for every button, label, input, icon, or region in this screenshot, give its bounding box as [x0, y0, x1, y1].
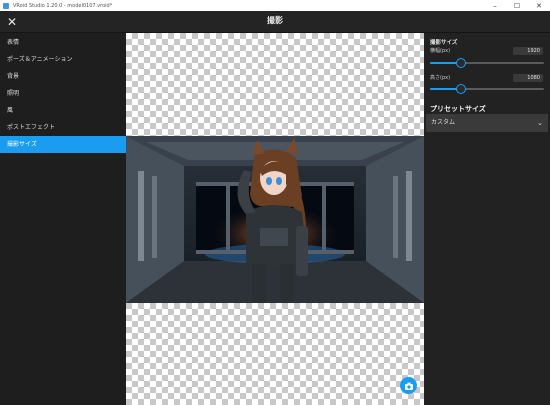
- preset-size-value: カスタム: [431, 119, 456, 126]
- preset-size-title: プリセットサイズ: [430, 105, 486, 113]
- window-titlebar: VRoid Studio 1.20.0 - model0107.vroid* –…: [0, 0, 550, 11]
- sidebar-item-expression[interactable]: 表情: [0, 34, 126, 51]
- scene-image: [126, 136, 424, 303]
- settings-panel: 撮影サイズ 横幅(px) 1920 高さ(px) 1080 プリセットサイズ カ…: [424, 33, 550, 405]
- sidebar: 表情 ポーズ＆アニメーション 背景 照明 風 ポストエフェクト 撮影サイズ: [0, 33, 126, 405]
- width-slider[interactable]: [430, 58, 544, 68]
- app-icon: [3, 2, 9, 9]
- camera-icon: [404, 382, 413, 390]
- height-slider[interactable]: [430, 84, 544, 94]
- window-title: VRoid Studio 1.20.0 - model0107.vroid*: [13, 2, 113, 9]
- maximize-button[interactable]: ☐: [506, 0, 528, 11]
- chevron-down-icon: ⌄: [537, 119, 543, 127]
- sidebar-item-capture-size[interactable]: 撮影サイズ: [0, 136, 126, 153]
- width-slider-thumb[interactable]: [455, 58, 466, 68]
- minimize-button[interactable]: –: [484, 0, 506, 11]
- viewport-canvas[interactable]: [126, 33, 424, 405]
- width-value-field[interactable]: 1920: [513, 47, 543, 55]
- app-header: ✕ 撮影: [0, 11, 550, 33]
- page-title: 撮影: [267, 16, 283, 25]
- capture-size-section-title: 撮影サイズ: [430, 40, 458, 46]
- sidebar-item-background[interactable]: 背景: [0, 68, 126, 85]
- sidebar-item-wind[interactable]: 風: [0, 102, 126, 119]
- sidebar-item-lighting[interactable]: 照明: [0, 85, 126, 102]
- window-close-button[interactable]: ✕: [528, 0, 550, 11]
- width-label: 横幅(px): [430, 48, 451, 54]
- preset-size-dropdown[interactable]: カスタム ⌄: [426, 114, 548, 132]
- rendered-scene[interactable]: [126, 136, 424, 303]
- sidebar-item-pose-animation[interactable]: ポーズ＆アニメーション: [0, 51, 126, 68]
- height-label: 高さ(px): [430, 75, 451, 81]
- height-slider-thumb[interactable]: [455, 84, 466, 94]
- height-value-field[interactable]: 1080: [513, 74, 543, 82]
- sidebar-item-post-effect[interactable]: ポストエフェクト: [0, 119, 126, 136]
- camera-capture-button[interactable]: [400, 377, 417, 394]
